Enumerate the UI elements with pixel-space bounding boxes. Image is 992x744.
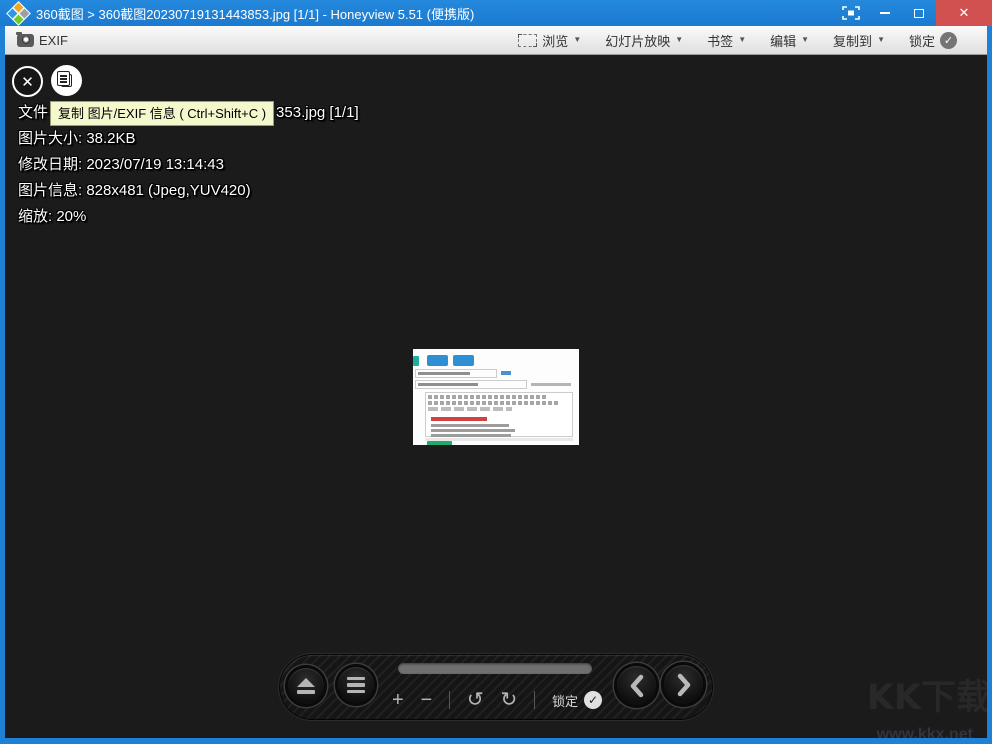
watermark-text: KK下载 bbox=[867, 669, 987, 720]
chevron-down-icon: ▼ bbox=[738, 36, 746, 44]
title-bar: 360截图 > 360截图20230719131443853.jpg [1/1]… bbox=[0, 0, 992, 26]
menu-button[interactable] bbox=[335, 664, 377, 706]
preview-teal-chip bbox=[413, 356, 419, 366]
menu-browse[interactable]: 浏览 ▼ bbox=[506, 27, 593, 54]
toolbar-lock-label: 锁定 bbox=[909, 31, 935, 50]
check-icon: ✓ bbox=[584, 691, 602, 709]
window-border bbox=[987, 26, 992, 744]
bar-lock-toggle[interactable]: 锁定 ✓ bbox=[552, 691, 602, 710]
window-controls: ✕ bbox=[834, 0, 992, 26]
menu-browse-label: 浏览 bbox=[542, 31, 568, 50]
exif-info-overlay: 文件 复制 图片/EXIF 信息 ( Ctrl+Shift+C ) 353.jp… bbox=[18, 100, 359, 230]
window-title: 360截图 > 360截图20230719131443853.jpg [1/1]… bbox=[36, 4, 834, 23]
preview-green-button bbox=[427, 441, 452, 445]
preview-text-bar bbox=[431, 424, 509, 427]
control-row: + − ↺ ↻ 锁定 ✓ bbox=[392, 687, 602, 713]
watermark-url: www.kkx.net bbox=[877, 726, 973, 738]
position-slider[interactable] bbox=[398, 663, 592, 674]
toolbar-lock-toggle[interactable]: 锁定 ✓ bbox=[897, 27, 969, 54]
bar-lock-label: 锁定 bbox=[552, 691, 578, 710]
bottom-control-bar: + − ↺ ↻ 锁定 ✓ bbox=[280, 655, 712, 719]
honeyview-logo-icon bbox=[8, 3, 30, 23]
viewer-canvas: ✕ 文件 复制 图片/EXIF 信息 ( Ctrl+Shift+C ) 353.… bbox=[5, 55, 987, 738]
chevron-down-icon: ▼ bbox=[877, 36, 885, 44]
menu-icon bbox=[347, 677, 365, 681]
toolbar-menus: 浏览 ▼ 幻灯片放映 ▼ 书签 ▼ 编辑 ▼ 复制到 ▼ 锁定 ✓ bbox=[506, 27, 969, 54]
menu-slideshow[interactable]: 幻灯片放映 ▼ bbox=[593, 27, 695, 54]
eject-icon bbox=[297, 678, 315, 687]
exif-toggle[interactable]: EXIF bbox=[17, 33, 68, 48]
close-icon: ✕ bbox=[21, 73, 34, 91]
exif-size-line: 图片大小: 38.2KB bbox=[18, 126, 359, 152]
menu-slideshow-label: 幻灯片放映 bbox=[605, 31, 670, 50]
preview-text-bar bbox=[418, 372, 470, 375]
exif-file-line: 文件 复制 图片/EXIF 信息 ( Ctrl+Shift+C ) 353.jp… bbox=[18, 100, 359, 126]
browse-icon bbox=[518, 34, 537, 47]
preview-toolbar-row bbox=[428, 401, 558, 405]
zoom-in-button[interactable]: + bbox=[392, 690, 404, 710]
menu-bookmark[interactable]: 书签 ▼ bbox=[695, 27, 758, 54]
maximize-button[interactable] bbox=[902, 0, 936, 26]
copy-exif-button[interactable] bbox=[51, 65, 82, 96]
preview-blue-button bbox=[427, 355, 448, 366]
exif-file-suffix: 353.jpg [1/1] bbox=[276, 100, 359, 126]
window-border bbox=[0, 738, 992, 744]
preview-toolbar-row bbox=[428, 395, 546, 399]
menu-edit-label: 编辑 bbox=[770, 31, 796, 50]
copy-tooltip: 复制 图片/EXIF 信息 ( Ctrl+Shift+C ) bbox=[50, 101, 274, 126]
preview-link-bar bbox=[501, 371, 511, 375]
preview-text-bar bbox=[531, 383, 571, 386]
exif-info-line: 图片信息: 828x481 (Jpeg,YUV420) bbox=[18, 178, 359, 204]
menu-edit[interactable]: 编辑 ▼ bbox=[758, 27, 821, 54]
menu-copy-to[interactable]: 复制到 ▼ bbox=[821, 27, 897, 54]
eject-button[interactable] bbox=[285, 665, 327, 707]
next-image-button[interactable] bbox=[661, 662, 706, 707]
menu-bookmark-label: 书签 bbox=[707, 31, 733, 50]
preview-text-bar bbox=[431, 434, 511, 437]
preview-red-text-bar bbox=[431, 417, 487, 421]
preview-text-bar bbox=[431, 429, 515, 432]
close-icon: ✕ bbox=[959, 5, 970, 21]
exif-label: EXIF bbox=[39, 33, 68, 48]
chevron-right-icon bbox=[674, 673, 694, 697]
chevron-left-icon bbox=[627, 674, 647, 698]
rotate-right-button[interactable]: ↻ bbox=[501, 690, 518, 710]
copy-icon bbox=[61, 74, 72, 87]
preview-toolbar-row bbox=[428, 407, 512, 411]
close-button[interactable]: ✕ bbox=[936, 0, 992, 26]
divider bbox=[449, 691, 450, 709]
chevron-down-icon: ▼ bbox=[675, 36, 683, 44]
menu-copy-to-label: 复制到 bbox=[833, 31, 872, 50]
fullscreen-button[interactable] bbox=[834, 0, 868, 26]
preview-text-bar bbox=[418, 383, 478, 386]
exif-file-prefix: 文件 bbox=[18, 100, 48, 126]
honeyview-window: 360截图 > 360截图20230719131443853.jpg [1/1]… bbox=[0, 0, 992, 744]
rotate-left-button[interactable]: ↺ bbox=[467, 690, 484, 710]
camera-icon bbox=[17, 34, 34, 47]
chevron-down-icon: ▼ bbox=[573, 36, 581, 44]
exif-zoom-line: 缩放: 20% bbox=[18, 204, 359, 230]
image-preview[interactable] bbox=[413, 349, 579, 445]
divider bbox=[534, 691, 535, 709]
previous-image-button[interactable] bbox=[614, 663, 659, 708]
check-icon: ✓ bbox=[940, 32, 957, 49]
zoom-out-button[interactable]: − bbox=[421, 690, 433, 710]
exif-date-line: 修改日期: 2023/07/19 13:14:43 bbox=[18, 152, 359, 178]
toolbar: EXIF 浏览 ▼ 幻灯片放映 ▼ 书签 ▼ 编辑 ▼ 复制到 ▼ bbox=[5, 26, 987, 55]
exif-close-button[interactable]: ✕ bbox=[12, 66, 43, 97]
chevron-down-icon: ▼ bbox=[801, 36, 809, 44]
window-border bbox=[0, 26, 5, 744]
preview-blue-button bbox=[453, 355, 474, 366]
minimize-button[interactable] bbox=[868, 0, 902, 26]
